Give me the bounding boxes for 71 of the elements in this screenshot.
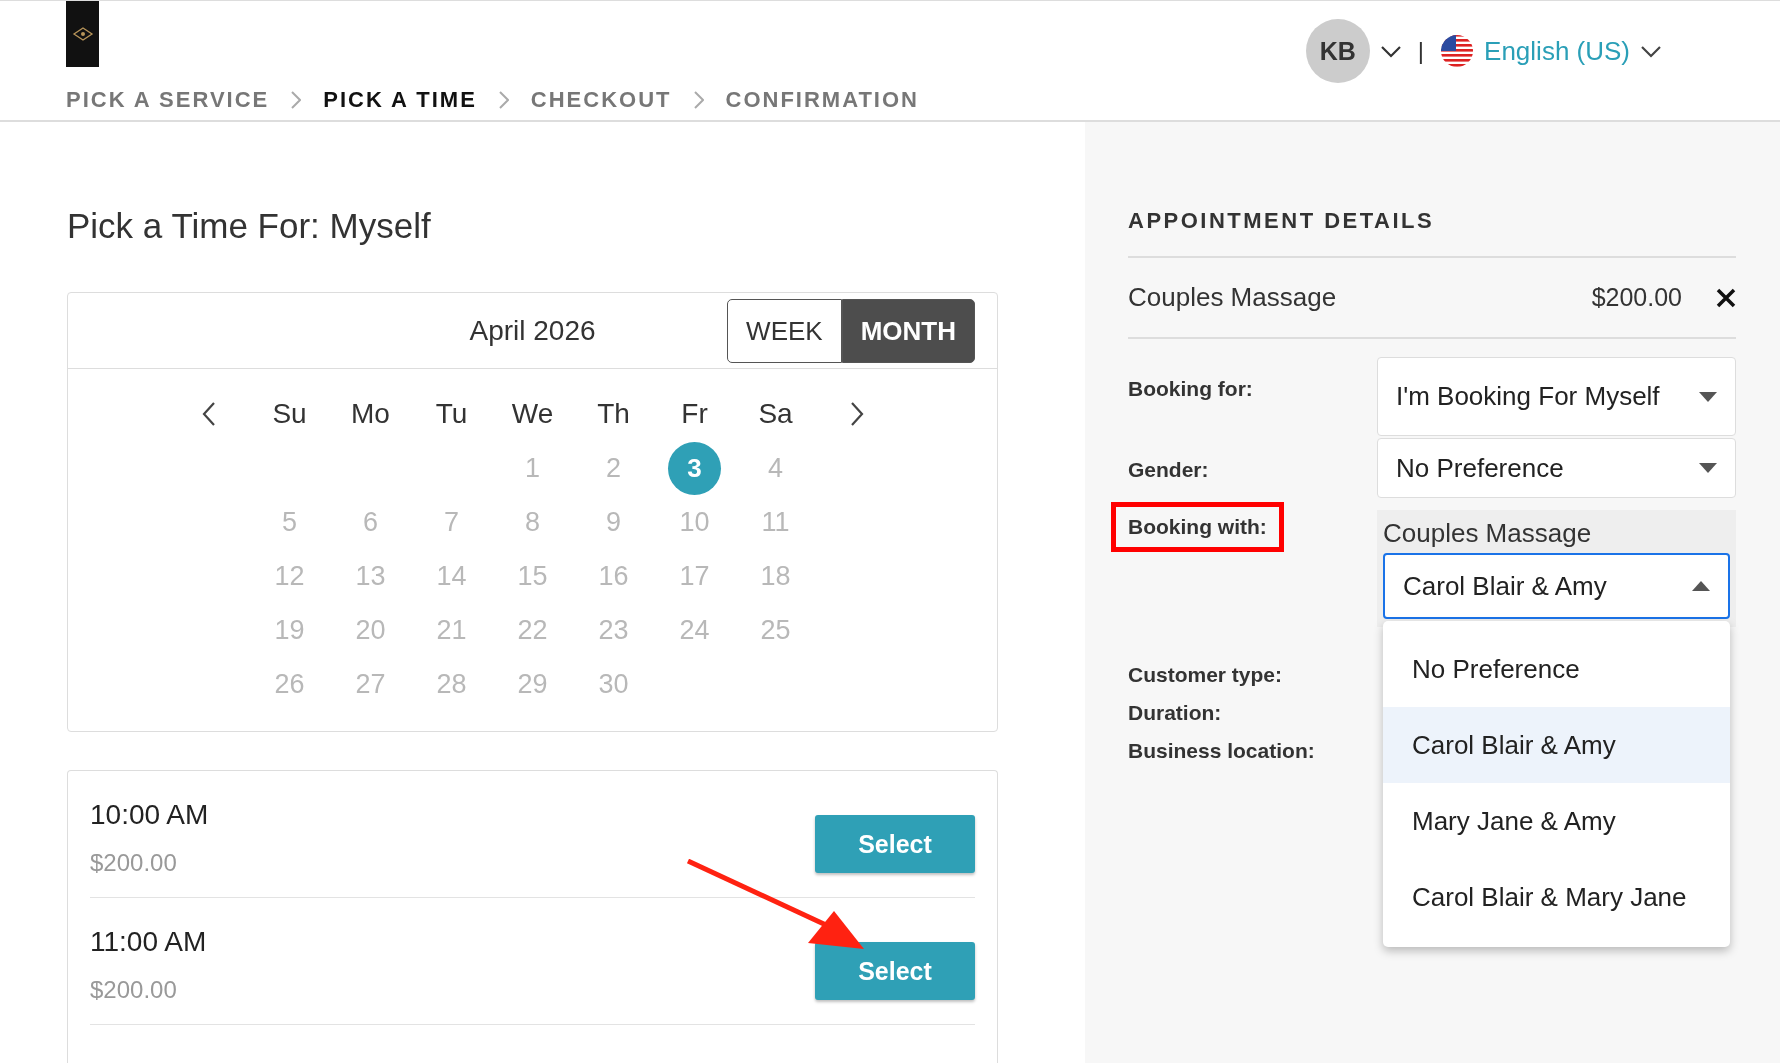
- slot-price: $200.00: [90, 849, 178, 877]
- dropdown-field[interactable]: I'm Booking For Myself: [1377, 357, 1736, 436]
- slot-price: $200.00: [90, 976, 178, 1004]
- calendar-day[interactable]: 6: [363, 506, 378, 538]
- calendar-day[interactable]: 21: [436, 614, 467, 646]
- weekday-label: Th: [597, 398, 630, 430]
- dropdown-option[interactable]: Mary Jane & Amy: [1383, 783, 1730, 859]
- calendar-day[interactable]: 5: [282, 506, 297, 538]
- calendar-day[interactable]: 22: [517, 614, 548, 646]
- calendar-day[interactable]: 10: [679, 506, 710, 538]
- select-button[interactable]: Select: [815, 942, 975, 1000]
- calendar-day[interactable]: 27: [355, 668, 386, 700]
- language-selector[interactable]: English (US): [1440, 34, 1662, 68]
- user-avatar[interactable]: KB: [1305, 19, 1370, 83]
- field-label: Gender:: [1128, 457, 1209, 482]
- dropdown-option[interactable]: Carol Blair & Mary Jane: [1383, 859, 1730, 935]
- field-label: Duration:: [1128, 700, 1222, 726]
- calendar-day[interactable]: 28: [436, 668, 467, 700]
- field-label: Business location:: [1128, 738, 1315, 764]
- calendar-day[interactable]: 25: [760, 614, 791, 646]
- weekday-label: Sa: [758, 398, 793, 430]
- calendar-day[interactable]: 7: [444, 506, 459, 538]
- month-label: April 2026: [469, 314, 596, 347]
- weekday-label: Tu: [435, 398, 468, 430]
- dropdown-option[interactable]: Carol Blair & Amy: [1383, 707, 1730, 783]
- calendar-day[interactable]: 18: [760, 560, 791, 592]
- breadcrumb-step[interactable]: PICK A SERVICE: [66, 87, 270, 113]
- service-price: $200.00: [1591, 283, 1682, 312]
- calendar-day[interactable]: 24: [679, 614, 710, 646]
- calendar-day[interactable]: 4: [768, 452, 783, 484]
- dropdown-field[interactable]: Carol Blair & Amy: [1383, 553, 1730, 619]
- calendar-day[interactable]: 9: [606, 506, 621, 538]
- calendar-day[interactable]: 11: [761, 506, 790, 538]
- calendar-day[interactable]: 26: [274, 668, 305, 700]
- field-label: Customer type:: [1128, 662, 1283, 688]
- weekday-label: Fr: [681, 398, 708, 430]
- calendar-day[interactable]: 29: [517, 668, 548, 700]
- dropdown-field[interactable]: No Preference: [1377, 438, 1736, 498]
- calendar-day[interactable]: 1: [525, 452, 540, 484]
- calendar-day[interactable]: 12: [274, 560, 305, 592]
- slot-time: 10:00 AM: [90, 799, 209, 831]
- weekday-label: Su: [272, 398, 307, 430]
- weekday-label: Mo: [351, 398, 390, 430]
- calendar-day[interactable]: 14: [436, 560, 467, 592]
- view-toggle[interactable]: WEEK: [727, 299, 842, 363]
- breadcrumb-step[interactable]: CONFIRMATION: [725, 87, 919, 113]
- group-label: Couples Massage: [1383, 518, 1593, 549]
- field-label: Booking for:: [1128, 376, 1253, 401]
- calendar-day[interactable]: 30: [598, 668, 629, 700]
- dropdown-option[interactable]: No Preference: [1383, 631, 1730, 707]
- calendar-day[interactable]: 8: [525, 506, 540, 538]
- calendar-day[interactable]: 13: [355, 560, 386, 592]
- calendar-day[interactable]: 20: [355, 614, 386, 646]
- separator: |: [1417, 37, 1425, 65]
- select-button[interactable]: Select: [815, 815, 975, 873]
- calendar-day[interactable]: 16: [598, 560, 629, 592]
- calendar-day[interactable]: 19: [274, 614, 305, 646]
- slot-time: 11:00 AM: [90, 926, 207, 958]
- breadcrumb-step[interactable]: CHECKOUT: [530, 87, 672, 113]
- weekday-label: We: [511, 398, 554, 430]
- page-title: Pick a Time For: Myself: [67, 206, 432, 246]
- view-toggle[interactable]: MONTH: [841, 299, 975, 363]
- calendar-day[interactable]: 2: [606, 452, 621, 484]
- field-label: Booking with:: [1111, 502, 1284, 552]
- section-heading: APPOINTMENT DETAILS: [1128, 208, 1736, 258]
- calendar-day[interactable]: 17: [679, 560, 710, 592]
- service-name: Couples Massage: [1128, 282, 1338, 313]
- calendar-day[interactable]: 15: [517, 560, 548, 592]
- breadcrumb-step[interactable]: PICK A TIME: [323, 87, 477, 113]
- selected-day[interactable]: 3: [668, 441, 721, 495]
- calendar-day[interactable]: 23: [598, 614, 629, 646]
